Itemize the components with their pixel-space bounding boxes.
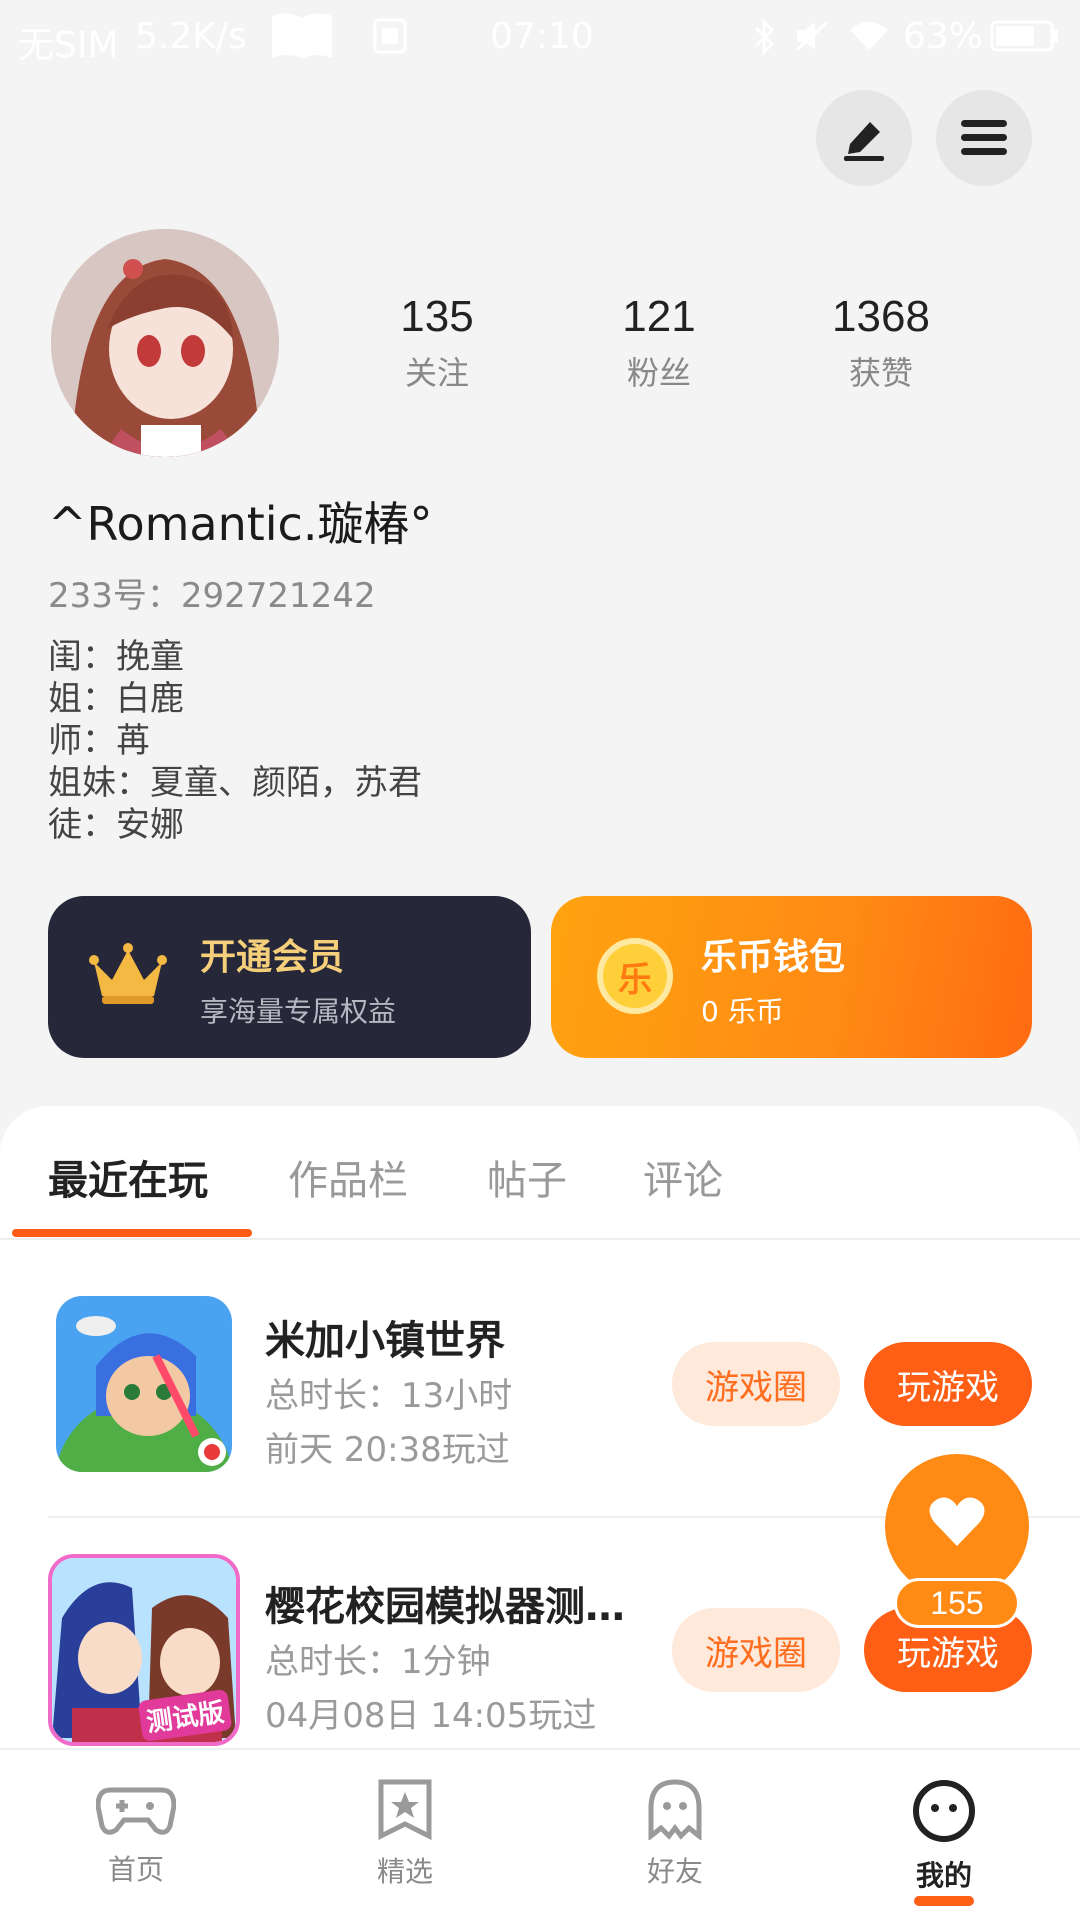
- user-id: 233号：292721242: [48, 576, 376, 616]
- nav-label: 精选: [376, 1855, 433, 1888]
- stat-likes-label: 获赞: [848, 354, 913, 392]
- wallet-card[interactable]: 乐 乐币钱包 0 乐币: [551, 896, 1032, 1058]
- game-icon[interactable]: 测试版: [48, 1554, 240, 1746]
- nav-label: 好友: [646, 1855, 703, 1888]
- username: ^Romantic.璇椿°: [48, 497, 433, 551]
- stat-following[interactable]: 135 关注: [337, 292, 537, 394]
- book-icon: [268, 10, 336, 71]
- heart-icon: [929, 1497, 985, 1546]
- wallet-balance: 0 乐币: [701, 995, 784, 1028]
- battery-percent: 63%: [903, 16, 984, 57]
- game-title[interactable]: 樱花校园模拟器测…: [265, 1574, 625, 1632]
- clock: 07:10: [490, 16, 594, 57]
- active-indicator: [914, 1896, 974, 1906]
- nav-featured[interactable]: 精选: [325, 1778, 485, 1890]
- edit-profile-button[interactable]: [816, 90, 912, 186]
- ghost-icon: [648, 1779, 702, 1842]
- nav-label: 我的: [915, 1859, 972, 1892]
- coin-icon: 乐: [597, 938, 673, 1014]
- bio-line: 师：苒: [48, 721, 150, 761]
- bio-line: 徒：安娜: [48, 805, 184, 845]
- game-circle-button[interactable]: 游戏圈: [672, 1608, 840, 1692]
- avatar[interactable]: [51, 229, 279, 457]
- bio-line: 姐妹：夏童、颜陌，苏君: [48, 763, 422, 803]
- bluetooth-icon: [752, 18, 776, 65]
- crown-icon: [88, 940, 168, 1014]
- stat-likes[interactable]: 1368 获赞: [781, 292, 981, 394]
- stat-fans-value: 121: [622, 292, 696, 341]
- tab-posts[interactable]: 帖子: [487, 1148, 567, 1206]
- divider: [0, 1238, 1080, 1240]
- bio: 闺：挽童 姐：白鹿 师：苒 姐妹：夏童、颜陌，苏君 徒：安娜: [48, 636, 422, 846]
- wallet-title: 乐币钱包: [701, 937, 846, 978]
- tab-works[interactable]: 作品栏: [288, 1148, 408, 1206]
- gamepad-icon: [95, 1787, 177, 1835]
- battery-icon: [990, 20, 1060, 61]
- menu-button[interactable]: [936, 90, 1032, 186]
- smile-face-icon: [913, 1780, 975, 1842]
- game-last-played: 前天 20:38玩过: [265, 1430, 510, 1470]
- game-duration: 总时长：1分钟: [265, 1642, 491, 1682]
- bio-line: 姐：白鹿: [48, 679, 184, 719]
- pen-icon: [844, 122, 884, 161]
- game-last-played: 04月08日 14:05玩过: [265, 1696, 597, 1736]
- game-circle-button[interactable]: 游戏圈: [672, 1342, 840, 1426]
- star-bookmark-icon: [378, 1779, 432, 1841]
- stat-following-value: 135: [400, 292, 474, 341]
- nav-mine[interactable]: 我的: [864, 1778, 1024, 1906]
- nav-friends[interactable]: 好友: [595, 1778, 755, 1890]
- network-speed: 5.2K/s: [135, 16, 247, 57]
- play-game-button[interactable]: 玩游戏: [864, 1342, 1032, 1426]
- bio-line: 闺：挽童: [48, 637, 184, 677]
- vip-card[interactable]: 开通会员 享海量专属权益: [48, 896, 531, 1058]
- menu-icon: [961, 120, 1007, 155]
- wifi-icon: [848, 20, 890, 61]
- tab-comments[interactable]: 评论: [643, 1148, 723, 1206]
- stat-likes-value: 1368: [832, 292, 930, 341]
- vip-title: 开通会员: [200, 937, 345, 978]
- like-fab[interactable]: [885, 1454, 1029, 1598]
- bottom-nav: 首页 精选 好友 我的: [0, 1748, 1080, 1920]
- status-bar: 无SIM 5.2K/s 07:10 63%: [0, 0, 1080, 76]
- tab-indicator: [12, 1229, 252, 1237]
- stat-fans[interactable]: 121 粉丝: [559, 292, 759, 394]
- tab-recently-played[interactable]: 最近在玩: [48, 1148, 208, 1206]
- carrier-text: 无SIM: [18, 25, 119, 66]
- like-count-badge: 155: [894, 1578, 1020, 1628]
- notification-icon: [373, 18, 407, 63]
- stat-following-label: 关注: [404, 354, 469, 392]
- game-duration: 总时长：13小时: [265, 1376, 513, 1416]
- nav-label: 首页: [107, 1853, 164, 1886]
- game-icon[interactable]: [56, 1296, 232, 1472]
- game-title[interactable]: 米加小镇世界: [265, 1308, 505, 1366]
- stat-fans-label: 粉丝: [626, 354, 691, 392]
- mute-icon: [795, 20, 829, 61]
- nav-home[interactable]: 首页: [56, 1778, 216, 1888]
- vip-subtitle: 享海量专属权益: [200, 995, 397, 1028]
